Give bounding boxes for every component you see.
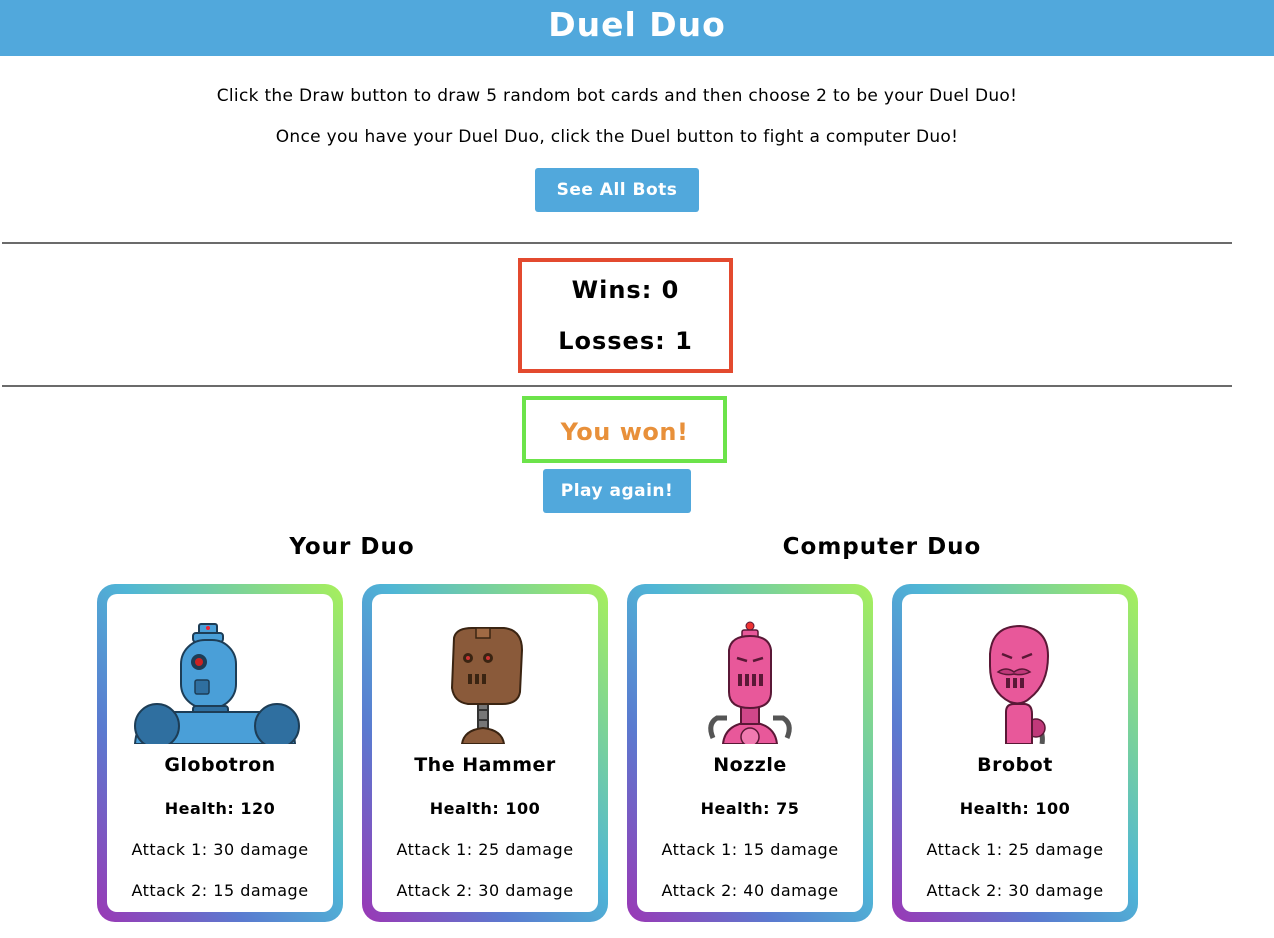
divider-top xyxy=(2,242,1232,244)
bot-card-nozzle[interactable]: Nozzle Health: 75 Attack 1: 15 damage At… xyxy=(627,584,873,922)
app-header: Duel Duo xyxy=(0,0,1274,56)
result-panel: You won! xyxy=(522,396,727,463)
see-all-bots-button[interactable]: See All Bots xyxy=(535,168,699,212)
result-text: You won! xyxy=(560,418,689,446)
brobot-robot-icon xyxy=(989,624,1050,744)
bot-name: Globotron xyxy=(164,754,276,776)
bot-card-the-hammer[interactable]: The Hammer Health: 100 Attack 1: 25 dama… xyxy=(362,584,608,922)
bot-name: Brobot xyxy=(977,754,1053,776)
bot-card-brobot[interactable]: Brobot Health: 100 Attack 1: 25 damage A… xyxy=(892,584,1138,922)
bot-health: Health: 75 xyxy=(700,799,800,818)
instructions-line-2: Once you have your Duel Duo, click the D… xyxy=(275,127,959,147)
the-hammer-robot-icon xyxy=(450,627,524,744)
wins-count: Wins: 0 xyxy=(571,276,680,304)
divider-bottom xyxy=(2,385,1232,387)
score-panel: Wins: 0 Losses: 1 xyxy=(518,258,733,373)
bot-name: Nozzle xyxy=(713,754,787,776)
bot-health: Health: 100 xyxy=(429,799,541,818)
bot-attack-2: Attack 2: 30 damage xyxy=(926,881,1104,900)
app-title: Duel Duo xyxy=(548,5,726,44)
bot-name: The Hammer xyxy=(414,754,556,776)
bot-health: Health: 100 xyxy=(959,799,1071,818)
bot-attack-2: Attack 2: 40 damage xyxy=(661,881,839,900)
bot-attack-2: Attack 2: 30 damage xyxy=(396,881,574,900)
bot-attack-1: Attack 1: 15 damage xyxy=(661,840,839,859)
nozzle-robot-icon xyxy=(708,621,792,744)
computer-duo-title: Computer Duo xyxy=(782,534,982,560)
bot-attack-1: Attack 1: 30 damage xyxy=(131,840,309,859)
bot-card-globotron[interactable]: Globotron Health: 120 Attack 1: 30 damag… xyxy=(97,584,343,922)
play-again-button[interactable]: Play again! xyxy=(543,469,691,513)
your-duo-title: Your Duo xyxy=(289,534,415,560)
losses-count: Losses: 1 xyxy=(558,327,693,355)
globotron-robot-icon xyxy=(133,623,300,744)
bot-health: Health: 120 xyxy=(164,799,276,818)
bot-attack-2: Attack 2: 15 damage xyxy=(131,881,309,900)
instructions-line-1: Click the Draw button to draw 5 random b… xyxy=(216,86,1018,106)
bot-attack-1: Attack 1: 25 damage xyxy=(926,840,1104,859)
bot-attack-1: Attack 1: 25 damage xyxy=(396,840,574,859)
